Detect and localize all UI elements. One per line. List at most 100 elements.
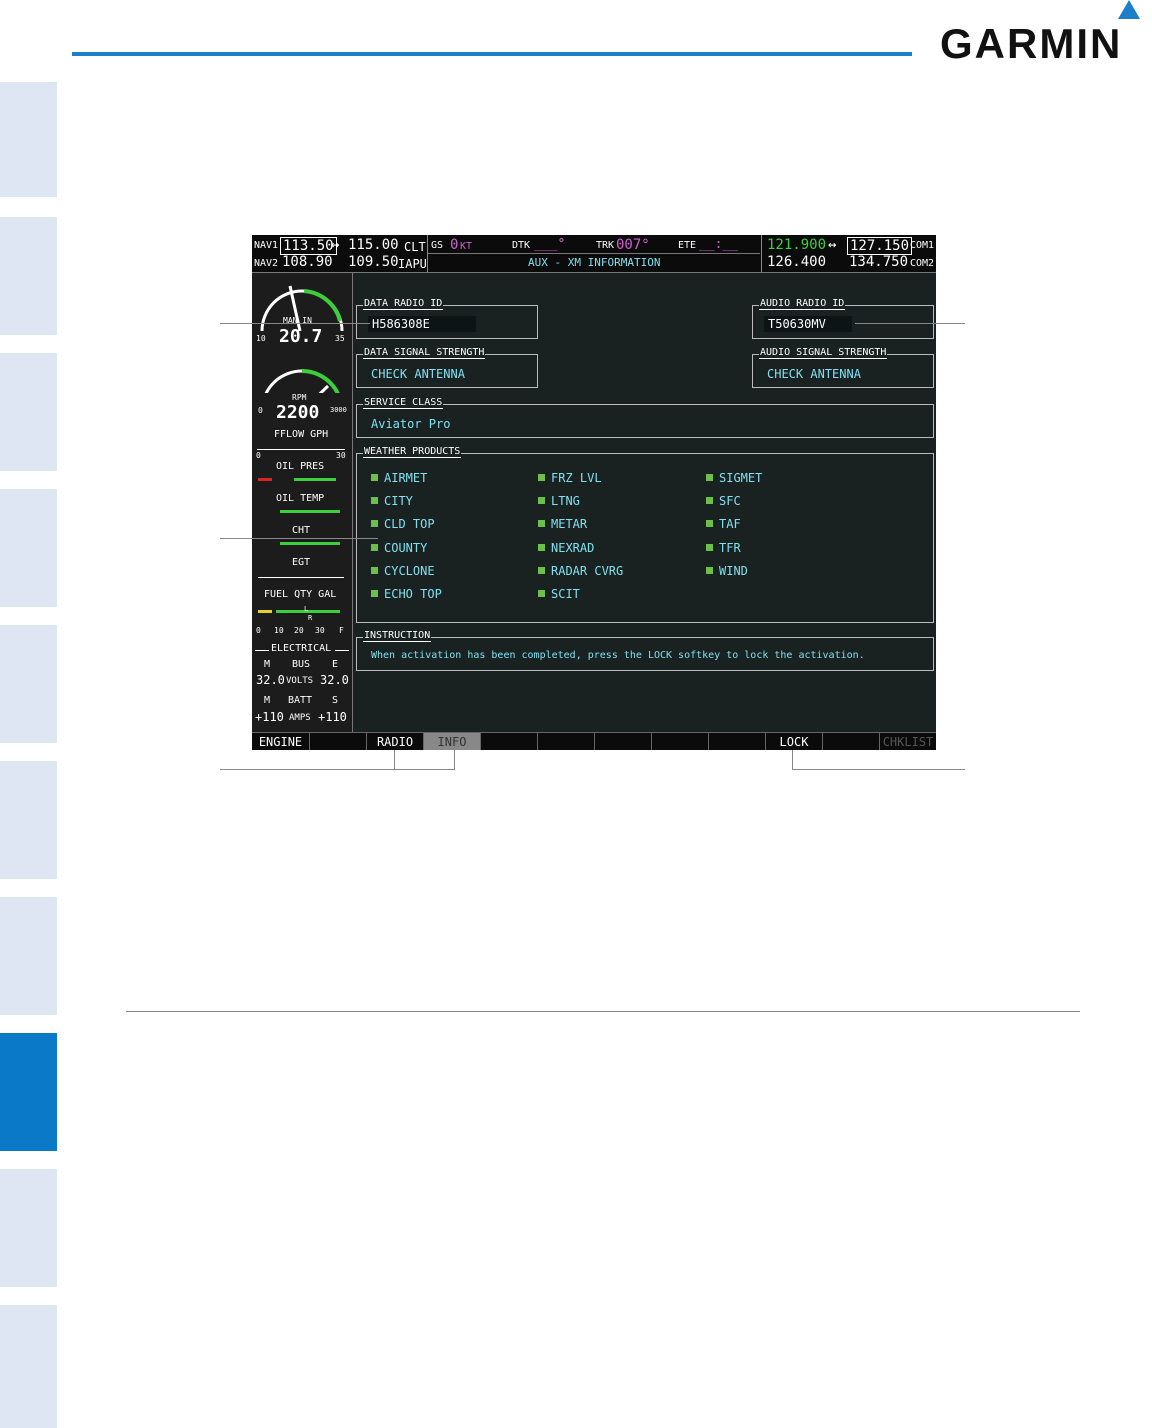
ete-value: __:__ xyxy=(699,237,739,252)
nav2-id: IAPU xyxy=(398,257,427,271)
callout-softkeys xyxy=(220,769,455,770)
amps-label: AMPS xyxy=(289,713,311,723)
softkey-blank-5[interactable] xyxy=(481,733,538,750)
weather-item-sigmet: SIGMET xyxy=(706,471,762,485)
com2-standby[interactable]: 134.750 xyxy=(849,254,908,270)
engine-indication-panel: MAN IN 10 20.7 35 RPM 0 2200 3000 FFLOW … xyxy=(252,273,353,732)
softkey-bar: ENGINE RADIO INFO LOCK CHKLIST xyxy=(252,732,936,750)
man-in-value: 20.7 xyxy=(279,326,323,347)
weather-products-title: WEATHER PRODUCTS xyxy=(363,446,462,458)
bus-label: BUS xyxy=(292,659,311,670)
weather-item-county: COUNTY xyxy=(371,541,427,555)
weather-item-scit: SCIT xyxy=(538,587,580,601)
trk-value: 007° xyxy=(616,237,650,253)
service-class-title: SERVICE CLASS xyxy=(363,397,444,409)
weather-item-radar-cvrg: RADAR CVRG xyxy=(538,564,623,578)
data-signal-title: DATA SIGNAL STRENGTH xyxy=(363,347,486,359)
data-radio-id-title: DATA RADIO ID xyxy=(363,298,444,310)
data-radio-id-panel: DATA RADIO ID H586308E xyxy=(356,298,538,339)
weather-item-city: CITY xyxy=(371,494,413,508)
mfd-screen: NAV1 113.50 ↔ 115.00 CLT NAV2 108.90 109… xyxy=(252,235,936,750)
rpm-needle xyxy=(318,384,330,393)
fuel-yellow-band xyxy=(258,610,272,613)
softkey-blank-2[interactable] xyxy=(310,733,367,750)
header-rule xyxy=(72,52,912,56)
oil-pres-label: OIL PRES xyxy=(276,461,325,472)
amps-m: +110 xyxy=(255,710,284,724)
ete-label: ETE xyxy=(678,240,697,251)
nav2-label: NAV2 xyxy=(254,258,279,269)
com1-label: COM1 xyxy=(910,240,935,251)
softkey-chklist[interactable]: CHKLIST xyxy=(880,733,936,750)
callout-weather-products xyxy=(220,538,378,539)
logo-triangle-icon xyxy=(1118,0,1140,19)
weather-item-taf: TAF xyxy=(706,517,741,531)
softkey-engine[interactable]: ENGINE xyxy=(252,733,310,750)
audio-radio-id-value: T50630MV xyxy=(764,316,852,332)
volts-label: VOLTS xyxy=(286,676,314,686)
instruction-text: When activation has been completed, pres… xyxy=(371,650,865,661)
callout-lock-stem xyxy=(792,750,793,770)
rpm-value: 2200 xyxy=(276,402,320,423)
electrical-rule-left xyxy=(255,650,269,651)
side-tab-6 xyxy=(0,761,57,879)
com2-active[interactable]: 126.400 xyxy=(767,254,826,270)
callout-radio-stem xyxy=(394,750,395,770)
weather-item-tfr: TFR xyxy=(706,541,741,555)
weather-item-metar: METAR xyxy=(538,517,587,531)
electrical-label: ELECTRICAL xyxy=(271,643,332,654)
dtk-label: DTK xyxy=(512,240,531,251)
weather-item-airmet: AIRMET xyxy=(371,471,427,485)
data-signal-value: CHECK ANTENNA xyxy=(371,367,465,381)
volts-m: 32.0 xyxy=(256,673,285,687)
weather-item-frz-lvl: FRZ LVL xyxy=(538,471,602,485)
com1-swap-icon: ↔ xyxy=(828,237,837,253)
nav1-standby[interactable]: 115.00 xyxy=(348,237,399,253)
com-separator xyxy=(761,235,762,272)
com1-standby[interactable]: 127.150 xyxy=(847,237,913,255)
nav2-standby[interactable]: 109.50 xyxy=(348,254,399,270)
logo-text: GARMIN xyxy=(940,20,1123,67)
side-tab-8-active xyxy=(0,1033,57,1151)
weather-item-cyclone: CYCLONE xyxy=(371,564,435,578)
softkey-blank-9[interactable] xyxy=(709,733,766,750)
gs-unit: KT xyxy=(460,241,473,252)
cht-label: CHT xyxy=(292,525,311,536)
softkey-blank-7[interactable] xyxy=(595,733,652,750)
com1-active[interactable]: 121.900 xyxy=(767,237,826,253)
egt-scale xyxy=(258,571,344,578)
fflow-scale xyxy=(257,441,345,450)
softkey-info[interactable]: INFO xyxy=(424,733,481,750)
side-tab-2 xyxy=(0,217,57,335)
nav1-id: CLT xyxy=(404,240,426,254)
rpm-min: 0 xyxy=(258,406,263,415)
electrical-rule-right xyxy=(335,650,349,651)
softkey-blank-8[interactable] xyxy=(652,733,709,750)
xm-information-page: DATA RADIO ID H586308E AUDIO RADIO ID T5… xyxy=(353,273,936,732)
callout-audio-radio-id xyxy=(855,323,965,324)
center-divider xyxy=(428,253,760,254)
callout-info-stem xyxy=(454,750,455,770)
amps-s: +110 xyxy=(318,710,347,724)
fuel-right-marker: R xyxy=(308,614,313,622)
fflow-label: FFLOW GPH xyxy=(274,429,329,440)
audio-signal-panel: AUDIO SIGNAL STRENGTH CHECK ANTENNA xyxy=(752,347,934,388)
bus-e: E xyxy=(332,659,339,670)
weather-item-sfc: SFC xyxy=(706,494,741,508)
softkey-lock[interactable]: LOCK xyxy=(766,733,823,750)
side-tab-10 xyxy=(0,1305,57,1428)
garmin-logo: GARMIN xyxy=(940,0,1140,70)
nav2-active[interactable]: 108.90 xyxy=(282,254,333,270)
weather-item-cld-top: CLD TOP xyxy=(371,517,435,531)
dtk-value: ___° xyxy=(534,237,566,252)
softkey-radio[interactable]: RADIO xyxy=(367,733,424,750)
data-signal-panel: DATA SIGNAL STRENGTH CHECK ANTENNA xyxy=(356,347,538,388)
fflow-min: 0 xyxy=(256,451,261,460)
nav1-active[interactable]: 113.50 xyxy=(280,237,337,255)
bus-m: M xyxy=(264,659,271,670)
fuel-scale-20: 20 xyxy=(294,626,304,635)
page-title: AUX - XM INFORMATION xyxy=(528,256,661,269)
softkey-blank-6[interactable] xyxy=(538,733,595,750)
side-tab-7 xyxy=(0,897,57,1015)
softkey-blank-11[interactable] xyxy=(823,733,880,750)
